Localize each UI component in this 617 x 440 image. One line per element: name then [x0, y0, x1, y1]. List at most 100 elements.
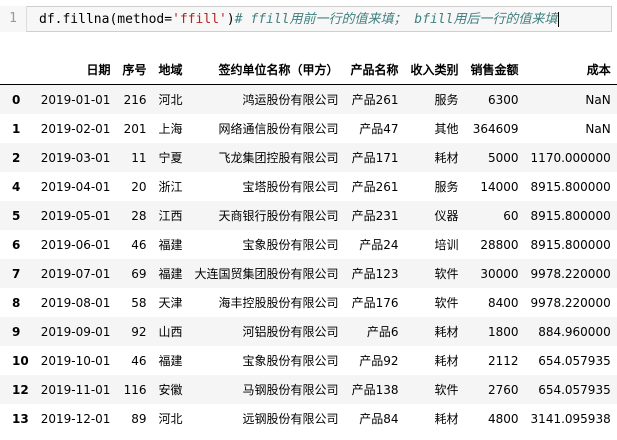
- column-header-product: 产品名称: [344, 54, 405, 85]
- column-header-cost: 成本: [524, 54, 617, 85]
- text-cursor: [558, 12, 560, 27]
- cell-date: 2019-01-01: [40, 92, 111, 107]
- cell-sales: 364609: [472, 121, 519, 136]
- cell-date: 2019-03-01: [40, 150, 111, 165]
- column-header-seq: 序号: [116, 54, 153, 85]
- table-row: 7 2019-07-01 69 福建 大连国贸集团股份有限公司 产品123 软件 30000 9…: [0, 259, 617, 288]
- cell-cost: NaN: [585, 92, 611, 107]
- column-header-company: 签约单位名称（甲方）: [188, 54, 345, 85]
- cell-company: 宝象股份有限公司: [242, 238, 339, 252]
- cell-company: 宝象股份有限公司: [242, 354, 339, 368]
- cell-region: 福建: [158, 267, 183, 281]
- column-header-category: 收入类别: [404, 54, 465, 85]
- row-index: 4: [12, 179, 21, 194]
- cell-category: 耗材: [434, 151, 459, 165]
- table-row: 13 2019-12-01 89 河北 远钢股份有限公司 产品84 耗材 4800 3141.0…: [0, 404, 617, 433]
- cell-seq: 69: [131, 266, 147, 281]
- cell-category: 软件: [434, 296, 459, 310]
- cell-category: 服务: [434, 93, 459, 107]
- cell-company: 远钢股份有限公司: [242, 412, 339, 426]
- cell-cost: 884.960000: [538, 324, 611, 339]
- table-row: 10 2019-10-01 46 福建 宝象股份有限公司 产品92 耗材 2112 654.05…: [0, 346, 617, 375]
- cell-cost: 654.057935: [538, 353, 611, 368]
- cell-product: 产品92: [359, 354, 399, 368]
- cell-product: 产品84: [359, 412, 399, 426]
- line-number: 1: [0, 6, 27, 32]
- cell-company: 网络通信股份有限公司: [218, 122, 339, 136]
- table-row: 9 2019-09-01 92 山西 河铝股份有限公司 产品6 耗材 1800 884.9600…: [0, 317, 617, 346]
- cell-company: 海丰控股股份有限公司: [218, 296, 339, 310]
- cell-sales: 8400: [488, 295, 519, 310]
- cell-category: 服务: [434, 180, 459, 194]
- cell-product: 产品261: [351, 180, 399, 194]
- table-row: 4 2019-04-01 20 浙江 宝塔股份有限公司 产品261 服务 14000 8915.…: [0, 172, 617, 201]
- cell-date: 2019-07-01: [40, 266, 111, 281]
- cell-region: 上海: [158, 122, 183, 136]
- cell-sales: 4800: [488, 411, 519, 426]
- cell-seq: 20: [131, 179, 147, 194]
- cell-product: 产品171: [351, 151, 399, 165]
- cell-region: 河北: [158, 93, 183, 107]
- cell-region: 天津: [158, 296, 183, 310]
- cell-date: 2019-09-01: [40, 324, 111, 339]
- cell-product: 产品138: [351, 383, 399, 397]
- cell-category: 软件: [434, 267, 459, 281]
- cell-product: 产品261: [351, 93, 399, 107]
- row-index: 8: [12, 295, 21, 310]
- cell-seq: 58: [131, 295, 147, 310]
- cell-product: 产品231: [351, 209, 399, 223]
- cell-sales: 60: [503, 208, 519, 223]
- cell-cost: 9978.220000: [530, 266, 611, 281]
- cell-sales: 2112: [488, 353, 519, 368]
- cell-cost: 8915.800000: [530, 179, 611, 194]
- cell-seq: 28: [131, 208, 147, 223]
- row-index: 1: [12, 121, 21, 136]
- cell-region: 山西: [158, 325, 183, 339]
- row-index: 13: [12, 411, 29, 426]
- cell-sales: 1800: [488, 324, 519, 339]
- cell-category: 仪器: [434, 209, 459, 223]
- cell-company: 天商银行股份有限公司: [218, 209, 339, 223]
- cell-seq: 201: [123, 121, 147, 136]
- cell-company: 马钢股份有限公司: [242, 383, 339, 397]
- cell-date: 2019-12-01: [40, 411, 111, 426]
- cell-seq: 116: [123, 382, 147, 397]
- cell-product: 产品6: [366, 325, 399, 339]
- cell-seq: 46: [131, 237, 147, 252]
- cell-sales: 14000: [480, 179, 519, 194]
- table-body: 0 2019-01-01 216 河北 鸿运股份有限公司 产品261 服务 6300 NaN 1 2…: [0, 84, 617, 433]
- table-row: 6 2019-06-01 46 福建 宝象股份有限公司 产品24 培训 28800 8915.8…: [0, 230, 617, 259]
- cell-cost: 3141.095938: [530, 411, 611, 426]
- cell-sales: 28800: [480, 237, 519, 252]
- code-cell[interactable]: 1 df.fillna(method='ffill')# ffill用前一行的值…: [0, 4, 612, 34]
- cell-cost: 9978.220000: [530, 295, 611, 310]
- cell-seq: 46: [131, 353, 147, 368]
- cell-cost: 8915.800000: [530, 237, 611, 252]
- code-prefix: df.fillna(method=: [39, 12, 173, 27]
- row-index: 5: [12, 208, 21, 223]
- cell-sales: 2760: [488, 382, 519, 397]
- cell-category: 培训: [434, 238, 459, 252]
- code-suffix: ): [226, 12, 235, 27]
- cell-sales: 6300: [488, 92, 519, 107]
- cell-region: 江西: [158, 209, 183, 223]
- dataframe-table: 日期 序号 地域 签约单位名称（甲方） 产品名称 收入类别 销售金额 成本 0 2…: [0, 54, 617, 433]
- cell-region: 福建: [158, 354, 183, 368]
- row-index: 2: [12, 150, 21, 165]
- code-editor-line[interactable]: df.fillna(method='ffill')# ffill用前一行的值来填…: [27, 6, 612, 32]
- cell-company: 飞龙集团控股有限公司: [218, 151, 339, 165]
- cell-seq: 11: [131, 150, 147, 165]
- row-index: 7: [12, 266, 21, 281]
- row-index: 9: [12, 324, 21, 339]
- cell-company: 大连国贸集团股份有限公司: [194, 267, 339, 281]
- row-index: 0: [12, 92, 21, 107]
- table-row: 5 2019-05-01 28 江西 天商银行股份有限公司 产品231 仪器 60 8915.8…: [0, 201, 617, 230]
- cell-category: 耗材: [434, 354, 459, 368]
- cell-category: 软件: [434, 383, 459, 397]
- cell-date: 2019-11-01: [40, 382, 111, 397]
- cell-cost: 1170.000000: [530, 150, 611, 165]
- column-header-sales: 销售金额: [464, 54, 525, 85]
- column-header-date: 日期: [34, 54, 117, 85]
- code-comment: # ffill用前一行的值来填； bfill用后一行的值来填: [234, 12, 558, 27]
- cell-product: 产品123: [351, 267, 399, 281]
